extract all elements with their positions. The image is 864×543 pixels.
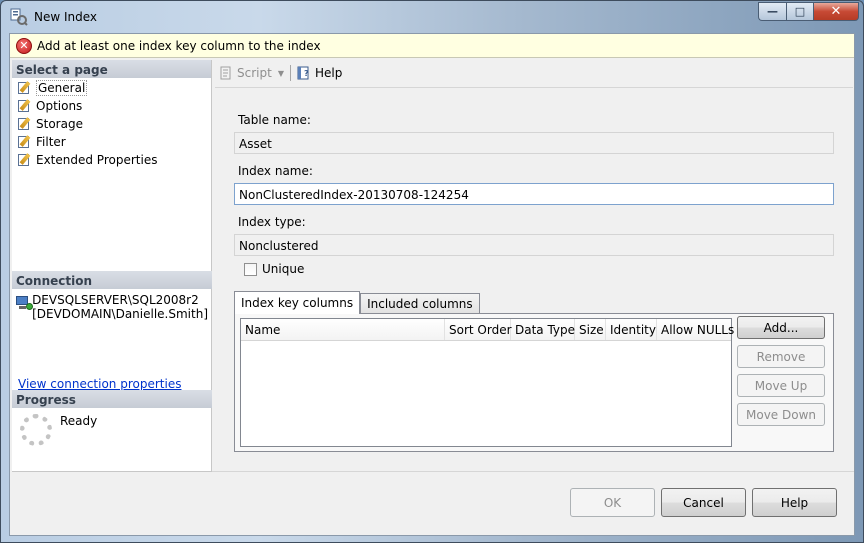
- page-item-label: Options: [36, 99, 83, 113]
- maximize-icon: □: [794, 5, 806, 18]
- toolbar: Script ▼ ? Help: [215, 62, 346, 84]
- ok-button[interactable]: OK: [570, 488, 655, 517]
- move-down-button[interactable]: Move Down: [737, 403, 825, 426]
- tab-index-key-columns[interactable]: Index key columns: [234, 291, 361, 314]
- help-label: Help: [314, 66, 343, 80]
- index-name-input[interactable]: NonClusteredIndex-20130708-124254: [234, 183, 834, 205]
- window-title: New Index: [34, 10, 98, 24]
- index-app-icon: [10, 8, 28, 26]
- help-book-icon: ?: [297, 66, 309, 80]
- page-wrench-icon: [16, 135, 32, 149]
- page-item-label: Extended Properties: [36, 153, 158, 167]
- page-item-general[interactable]: General: [16, 79, 211, 97]
- chevron-down-icon[interactable]: ▼: [278, 69, 284, 78]
- minimize-icon: —: [767, 5, 778, 18]
- index-columns-grid[interactable]: Name Sort Order Data Type Size Identity …: [240, 318, 734, 447]
- page-list: General Options Storage Filter Extended …: [12, 78, 211, 169]
- index-name-label: Index name:: [238, 164, 313, 178]
- error-icon: ✕: [16, 37, 32, 54]
- move-up-button[interactable]: Move Up: [737, 374, 825, 397]
- server-name: DEVSQLSERVER\SQL2008r2: [32, 293, 199, 307]
- page-wrench-icon: [16, 117, 32, 131]
- unique-checkbox[interactable]: [244, 262, 257, 276]
- dialog-client-area: ✕ Add at least one index key column to t…: [9, 33, 855, 536]
- dialog-window: New Index — □ ✕ ✕ Add at least one index…: [0, 0, 864, 543]
- page-item-options[interactable]: Options: [16, 97, 211, 115]
- tab-included-columns[interactable]: Included columns: [360, 293, 480, 314]
- page-item-label: Filter: [36, 135, 66, 149]
- connection-header: Connection: [12, 271, 212, 289]
- page-item-extended-properties[interactable]: Extended Properties: [16, 151, 211, 169]
- table-name-field: Asset: [234, 132, 834, 154]
- connection-user: [DEVDOMAIN\Danielle.Smith]: [32, 307, 208, 321]
- column-header-data-type[interactable]: Data Type: [511, 319, 575, 340]
- column-header-allow-nulls[interactable]: Allow NULLs: [657, 319, 734, 340]
- error-message: Add at least one index key column to the…: [37, 38, 321, 53]
- page-item-storage[interactable]: Storage: [16, 115, 211, 133]
- page-item-label: General: [36, 80, 88, 96]
- page-item-filter[interactable]: Filter: [16, 133, 211, 151]
- select-page-header: Select a page: [12, 60, 211, 78]
- view-connection-properties-link[interactable]: View connection properties: [18, 377, 181, 391]
- unique-checkbox-row[interactable]: Unique: [244, 262, 304, 276]
- progress-spinner-icon: [20, 414, 52, 446]
- progress-status: Ready: [60, 414, 98, 428]
- script-label: Script: [237, 66, 272, 80]
- table-name-label: Table name:: [238, 113, 311, 127]
- page-wrench-icon: [16, 81, 32, 95]
- column-header-identity[interactable]: Identity: [606, 319, 657, 340]
- error-banner: ✕ Add at least one index key column to t…: [10, 34, 854, 58]
- progress-section: Progress Ready: [12, 390, 212, 446]
- help-toolbar-button[interactable]: ? Help: [293, 66, 346, 80]
- tab-panel: Name Sort Order Data Type Size Identity …: [234, 313, 834, 452]
- connection-section: Connection DEVSQLSERVER\SQL2008r2 [DEVDO…: [12, 271, 212, 391]
- script-icon: [220, 66, 231, 80]
- svg-text:?: ?: [304, 69, 309, 78]
- maximize-button[interactable]: □: [786, 2, 813, 21]
- left-pane: Select a page General Options Storage Fi…: [12, 60, 212, 472]
- help-button[interactable]: Help: [752, 488, 837, 517]
- tab-strip: Index key columns Included columns: [234, 291, 480, 314]
- page-item-label: Storage: [36, 117, 83, 131]
- script-button[interactable]: Script ▼: [215, 66, 288, 80]
- cancel-button[interactable]: Cancel: [661, 488, 746, 517]
- page-wrench-icon: [16, 99, 32, 113]
- server-connection-icon: [16, 295, 33, 311]
- column-header-size[interactable]: Size: [575, 319, 606, 340]
- add-column-button[interactable]: Add...: [737, 316, 825, 339]
- column-header-sort-order[interactable]: Sort Order: [445, 319, 512, 340]
- minimize-button[interactable]: —: [758, 2, 786, 21]
- page-wrench-icon: [16, 153, 32, 167]
- close-icon: ✕: [830, 4, 842, 19]
- index-type-label: Index type:: [238, 215, 306, 229]
- close-button[interactable]: ✕: [813, 2, 859, 21]
- progress-header: Progress: [12, 390, 212, 408]
- title-bar[interactable]: New Index — □ ✕: [1, 1, 863, 33]
- grid-header: Name Sort Order Data Type Size Identity …: [241, 319, 734, 341]
- column-header-name[interactable]: Name: [241, 319, 445, 340]
- remove-column-button[interactable]: Remove: [737, 345, 825, 368]
- unique-label: Unique: [262, 262, 305, 276]
- index-type-field: Nonclustered: [234, 234, 834, 256]
